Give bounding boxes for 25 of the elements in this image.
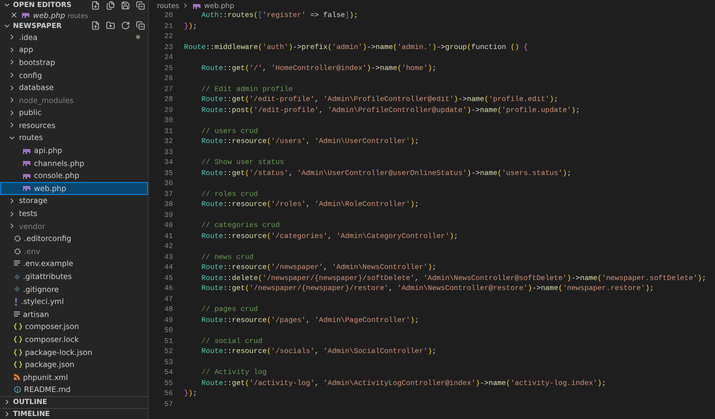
lines-icon [14, 310, 20, 318]
new-folder-icon[interactable] [106, 21, 115, 30]
elephant-icon [21, 12, 30, 18]
elephant-icon [22, 160, 31, 166]
new-file-icon[interactable] [91, 0, 100, 10]
braces-icon [14, 323, 22, 330]
exclamation-icon [14, 298, 18, 306]
refresh-icon[interactable] [121, 21, 130, 30]
info-icon [14, 386, 21, 394]
elephant-icon [22, 148, 31, 154]
elephant-icon [22, 172, 31, 179]
feed-icon [14, 374, 20, 380]
files-icon[interactable] [106, 0, 115, 10]
braces-icon [14, 348, 22, 356]
chevron-right-icon [182, 2, 190, 9]
braces-icon [14, 361, 22, 368]
new-file-icon[interactable] [91, 21, 100, 30]
collapse-icon[interactable] [136, 0, 145, 10]
elephant-icon [192, 2, 202, 8]
save-icon[interactable] [121, 0, 130, 10]
braces-icon [14, 336, 22, 343]
lines-icon [14, 260, 20, 268]
close-icon[interactable] [10, 11, 18, 20]
elephant-icon [22, 185, 31, 192]
collapse-icon[interactable] [136, 21, 145, 30]
